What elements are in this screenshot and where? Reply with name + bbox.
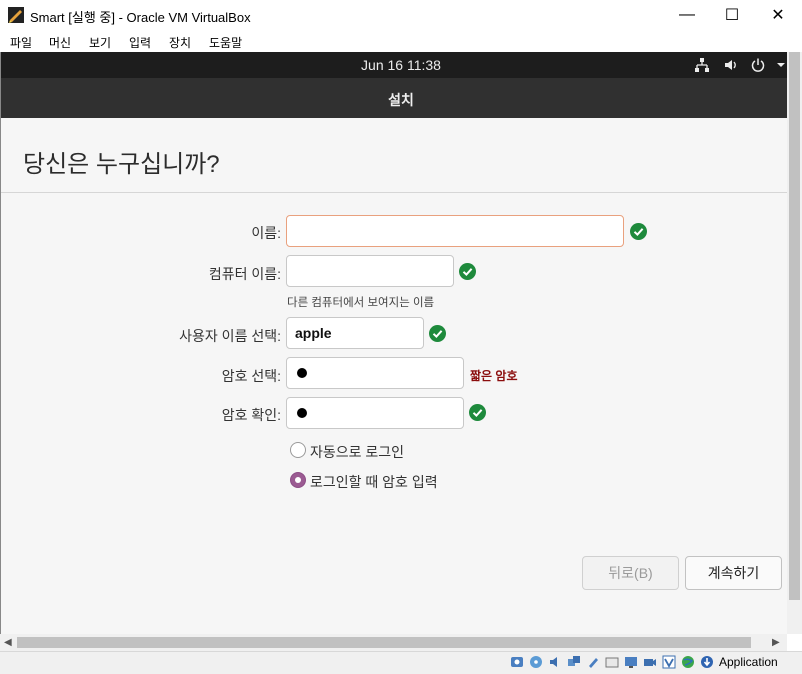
menu-file[interactable]: 파일 [10,34,32,51]
recording-icon[interactable] [643,655,657,669]
password-input[interactable] [286,357,464,389]
menu-help[interactable]: 도움말 [209,34,242,51]
host-key-icon[interactable] [700,655,714,669]
vbox-status-bar: Application [0,651,802,674]
scroll-right-icon[interactable]: ▶ [772,637,780,648]
maximize-icon: ☐ [724,7,740,24]
confirm-password-input[interactable] [286,397,464,429]
vertical-scrollbar[interactable] [787,52,802,634]
volume-icon[interactable] [722,56,740,74]
maximize-button[interactable]: ☐ [709,0,755,30]
close-icon: ✕ [771,7,785,24]
username-label: 사용자 이름 선택: [179,328,281,344]
clock[interactable]: Jun 16 11:38 [1,57,788,73]
ubuntu-top-bar: Jun 16 11:38 [1,52,788,78]
host-key-label: Application [719,655,778,669]
chevron-down-icon[interactable] [772,56,788,74]
check-icon [469,404,486,421]
username-input[interactable]: apple [286,317,424,349]
computer-name-hint: 다른 컴퓨터에서 보여지는 이름 [287,297,435,309]
check-icon [459,263,476,280]
header-title: 설치 [388,92,414,108]
name-label: 이름: [251,225,281,241]
menu-view[interactable]: 보기 [89,34,111,51]
virtualbox-app-icon [8,7,24,23]
password-dot [297,368,307,378]
page-title: 당신은 누구십니까? [23,151,220,178]
back-button[interactable]: 뒤로(B) [582,556,679,590]
check-icon [429,325,446,342]
close-button[interactable]: ✕ [755,0,801,30]
password-label: 암호 선택: [221,368,281,384]
continue-button[interactable]: 계속하기 [685,556,782,590]
horizontal-scrollbar[interactable]: ◀ ▶ [0,634,787,651]
auto-login-radio[interactable] [290,442,306,458]
confirm-password-label: 암호 확인: [221,407,281,423]
computer-name-label: 컴퓨터 이름: [208,266,281,282]
usb-icon[interactable] [586,655,600,669]
audio-icon[interactable] [548,655,562,669]
scroll-left-icon[interactable]: ◀ [4,637,12,648]
password-dot [297,408,307,418]
menu-input[interactable]: 입력 [129,34,151,51]
menu-bar: 파일 머신 보기 입력 장치 도움말 [0,30,802,52]
window-title: Smart [실행 중] - Oracle VM VirtualBox [30,10,251,25]
name-input[interactable] [286,215,624,247]
auto-login-label[interactable]: 자동으로 로그인 [310,442,404,462]
horizontal-scroll-thumb[interactable] [17,637,751,648]
vertical-scroll-thumb[interactable] [789,52,800,600]
divider [1,192,788,193]
network-adapter-icon[interactable] [567,655,581,669]
require-password-label[interactable]: 로그인할 때 암호 입력 [310,472,438,492]
virtualization-icon[interactable] [662,655,676,669]
network-icon[interactable] [693,56,711,74]
display-icon[interactable] [624,655,638,669]
minimize-icon: — [679,6,695,23]
minimize-button[interactable]: — [664,0,710,30]
require-password-radio[interactable] [290,472,306,488]
menu-machine[interactable]: 머신 [49,34,71,51]
installer-header: 설치 [1,78,788,118]
power-icon[interactable] [749,56,767,74]
shared-folder-icon[interactable] [605,655,619,669]
menu-devices[interactable]: 장치 [169,34,191,51]
vm-screen[interactable]: Jun 16 11:38 설치 당신은 누구십니까? 이름: 컴퓨터 이름: 다… [0,52,788,634]
globe-icon[interactable] [681,655,695,669]
hard-disk-icon[interactable] [510,655,524,669]
window-titlebar: Smart [실행 중] - Oracle VM VirtualBox — ☐ … [0,0,802,30]
password-warning: 짧은 암호 [470,369,518,383]
check-icon [630,223,647,240]
optical-drive-icon[interactable] [529,655,543,669]
computer-name-input[interactable] [286,255,454,287]
